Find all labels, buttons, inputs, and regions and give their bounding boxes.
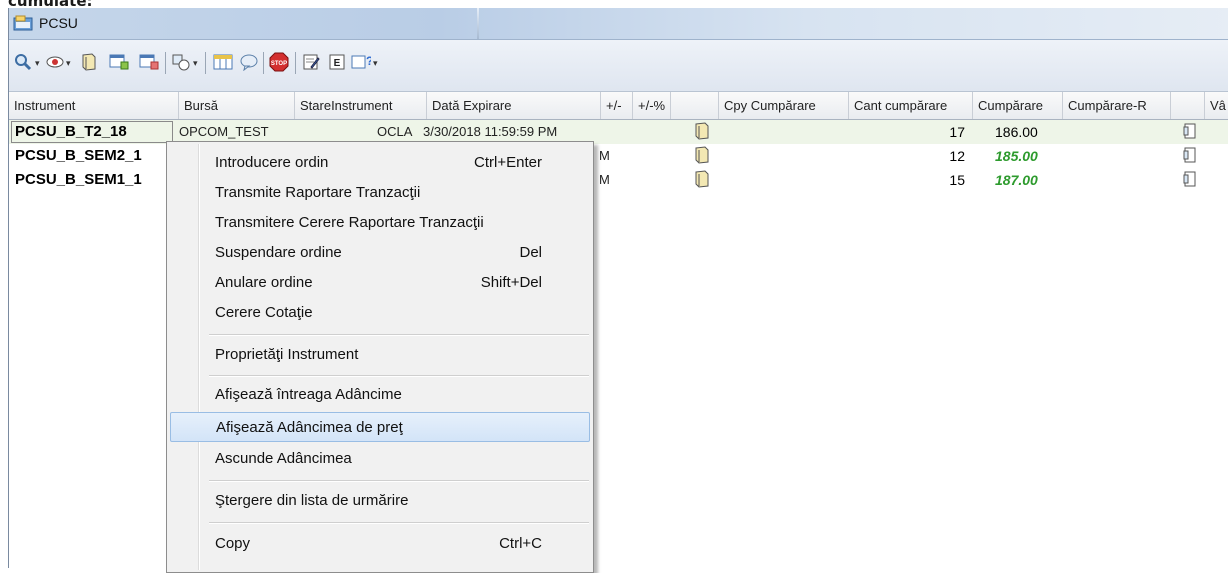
menu-item-label: Suspendare ordine <box>215 244 342 261</box>
svg-text:E: E <box>334 58 341 69</box>
menu-item-suspendare-ordine[interactable]: Suspendare ordine Del <box>170 238 590 268</box>
col-header-vanzare[interactable]: Vâ <box>1205 92 1228 119</box>
menu-item-label: Ascunde Adâncimea <box>215 450 352 467</box>
menu-item-introducere-ordin[interactable]: Introducere ordin Ctrl+Enter <box>170 148 590 178</box>
menu-item-label: Cerere Cotaţie <box>215 304 313 321</box>
col-header-cpy-cumparare[interactable]: Cpy Cumpărare <box>719 92 849 119</box>
menu-item-cerere-cotatie[interactable]: Cerere Cotaţie <box>170 298 590 328</box>
col-header-change[interactable]: +/- <box>601 92 633 119</box>
cell-instrument: PCSU_B_SEM2_1 <box>15 147 142 164</box>
table-add-icon[interactable] <box>139 52 159 72</box>
cell-cumparare: 186.00 <box>995 124 1038 140</box>
svg-text:?: ? <box>366 54 371 68</box>
document-icon[interactable] <box>1183 122 1201 146</box>
cell-expiry: M <box>599 148 609 163</box>
chevron-down-icon[interactable]: ▾ <box>193 58 198 69</box>
menu-item-label: Proprietăţi Instrument <box>215 346 359 363</box>
col-header-data-expirare[interactable]: Dată Expirare <box>427 92 601 119</box>
grid-header: Instrument Bursă StareInstrument Dată Ex… <box>9 92 1228 120</box>
book-icon[interactable] <box>695 146 713 170</box>
title-divider <box>477 8 479 39</box>
app-window-icon <box>13 15 33 31</box>
cell-cumparare: 185.00 <box>995 148 1038 164</box>
table-link-icon[interactable] <box>109 52 129 72</box>
toolbar: ▾ ▾ ▾ STOP E ▾ <box>9 40 1228 92</box>
menu-item-anulare-ordine[interactable]: Anulare ordine Shift+Del <box>170 268 590 298</box>
cell-cant-cumparare: 15 <box>949 172 965 188</box>
book-icon[interactable] <box>695 122 713 146</box>
cell-cant-cumparare: 12 <box>949 148 965 164</box>
eye-icon[interactable] <box>45 52 65 72</box>
menu-item-label: Ştergere din lista de urmărire <box>215 492 409 509</box>
chevron-down-icon[interactable]: ▾ <box>66 58 71 69</box>
window-title: PCSU <box>39 15 78 31</box>
cell-instrument: PCSU_B_T2_18 <box>15 123 127 140</box>
menu-item-label: Anulare ordine <box>215 274 313 291</box>
col-header-cumparare-r[interactable]: Cumpărare-R <box>1063 92 1171 119</box>
document-icon[interactable] <box>1183 170 1201 194</box>
book-icon[interactable] <box>695 170 713 194</box>
menu-item-shortcut: Ctrl+C <box>499 535 542 552</box>
stop-icon[interactable]: STOP <box>269 52 289 72</box>
document-icon[interactable] <box>1183 146 1201 170</box>
menu-item-proprietati-instrument[interactable]: Proprietăţi Instrument <box>170 340 590 370</box>
e-icon[interactable]: E <box>327 52 347 72</box>
bubble-icon[interactable] <box>239 52 259 72</box>
cell-expiry: M <box>599 172 609 187</box>
menu-item-label: Copy <box>215 535 251 552</box>
col-header-stare-instrument[interactable]: StareInstrument <box>295 92 427 119</box>
chevron-down-icon[interactable]: ▾ <box>35 58 40 69</box>
menu-separator <box>209 334 589 336</box>
toolbar-separator <box>205 52 206 74</box>
book-icon[interactable] <box>79 52 99 72</box>
toolbar-separator <box>263 52 264 74</box>
toolbar-separator <box>165 52 166 74</box>
col-header-cumparare[interactable]: Cumpărare <box>973 92 1063 119</box>
svg-text:STOP: STOP <box>271 61 287 67</box>
menu-item-label: Afişează întreaga Adâncime <box>215 386 402 403</box>
menu-item-ascunde-adancimea[interactable]: Ascunde Adâncimea <box>170 444 590 474</box>
col-header-instrument[interactable]: Instrument <box>9 92 179 119</box>
help-icon[interactable]: ? <box>351 52 371 72</box>
col-header-icon-2[interactable] <box>1171 92 1205 119</box>
edit-icon[interactable] <box>301 52 321 72</box>
cell-instrument: PCSU_B_SEM1_1 <box>15 171 142 188</box>
menu-item-afiseaza-intreaga-adancime[interactable]: Afişează întreaga Adâncime <box>170 380 590 410</box>
menu-item-label: Transmite Raportare Tranzacţii <box>215 184 421 201</box>
title-bar[interactable]: PCSU <box>9 8 1228 40</box>
col-header-change-pct[interactable]: +/-% <box>633 92 671 119</box>
menu-item-stergere-din-lista[interactable]: Ştergere din lista de urmărire <box>170 486 590 516</box>
col-header-cant-cumparare[interactable]: Cant cumpărare <box>849 92 973 119</box>
chevron-down-icon[interactable]: ▾ <box>373 58 378 69</box>
menu-item-afiseaza-adancimea-de-pret[interactable]: Afişează Adâncimea de preţ <box>170 412 590 442</box>
menu-item-transmite-raportare[interactable]: Transmite Raportare Tranzacţii <box>170 178 590 208</box>
shapes-icon[interactable] <box>171 52 191 72</box>
menu-separator <box>209 375 589 377</box>
menu-item-copy[interactable]: Copy Ctrl+C <box>170 529 590 559</box>
menu-item-shortcut: Shift+Del <box>480 274 542 291</box>
cell-cumparare: 187.00 <box>995 172 1038 188</box>
menu-item-label: Afişează Adâncimea de preţ <box>216 419 403 436</box>
context-menu: Introducere ordin Ctrl+Enter Transmite R… <box>166 141 594 573</box>
menu-item-label: Introducere ordin <box>215 154 329 171</box>
col-header-bursa[interactable]: Bursă <box>179 92 295 119</box>
cell-cant-cumparare: 17 <box>949 124 965 140</box>
toolbar-separator <box>295 52 296 74</box>
menu-item-shortcut: Ctrl+Enter <box>474 154 542 171</box>
columns-icon[interactable] <box>213 52 233 72</box>
col-header-icon[interactable] <box>671 92 719 119</box>
menu-item-label: Transmitere Cerere Raportare Tranzacţii <box>215 214 484 231</box>
background-text-fragment: cumulate: <box>8 0 93 8</box>
menu-separator <box>209 522 589 524</box>
magnifier-icon[interactable] <box>13 52 33 72</box>
menu-item-shortcut: Del <box>519 244 542 261</box>
menu-item-transmitere-cerere-raportare[interactable]: Transmitere Cerere Raportare Tranzacţii <box>170 208 590 238</box>
menu-separator <box>209 480 589 482</box>
